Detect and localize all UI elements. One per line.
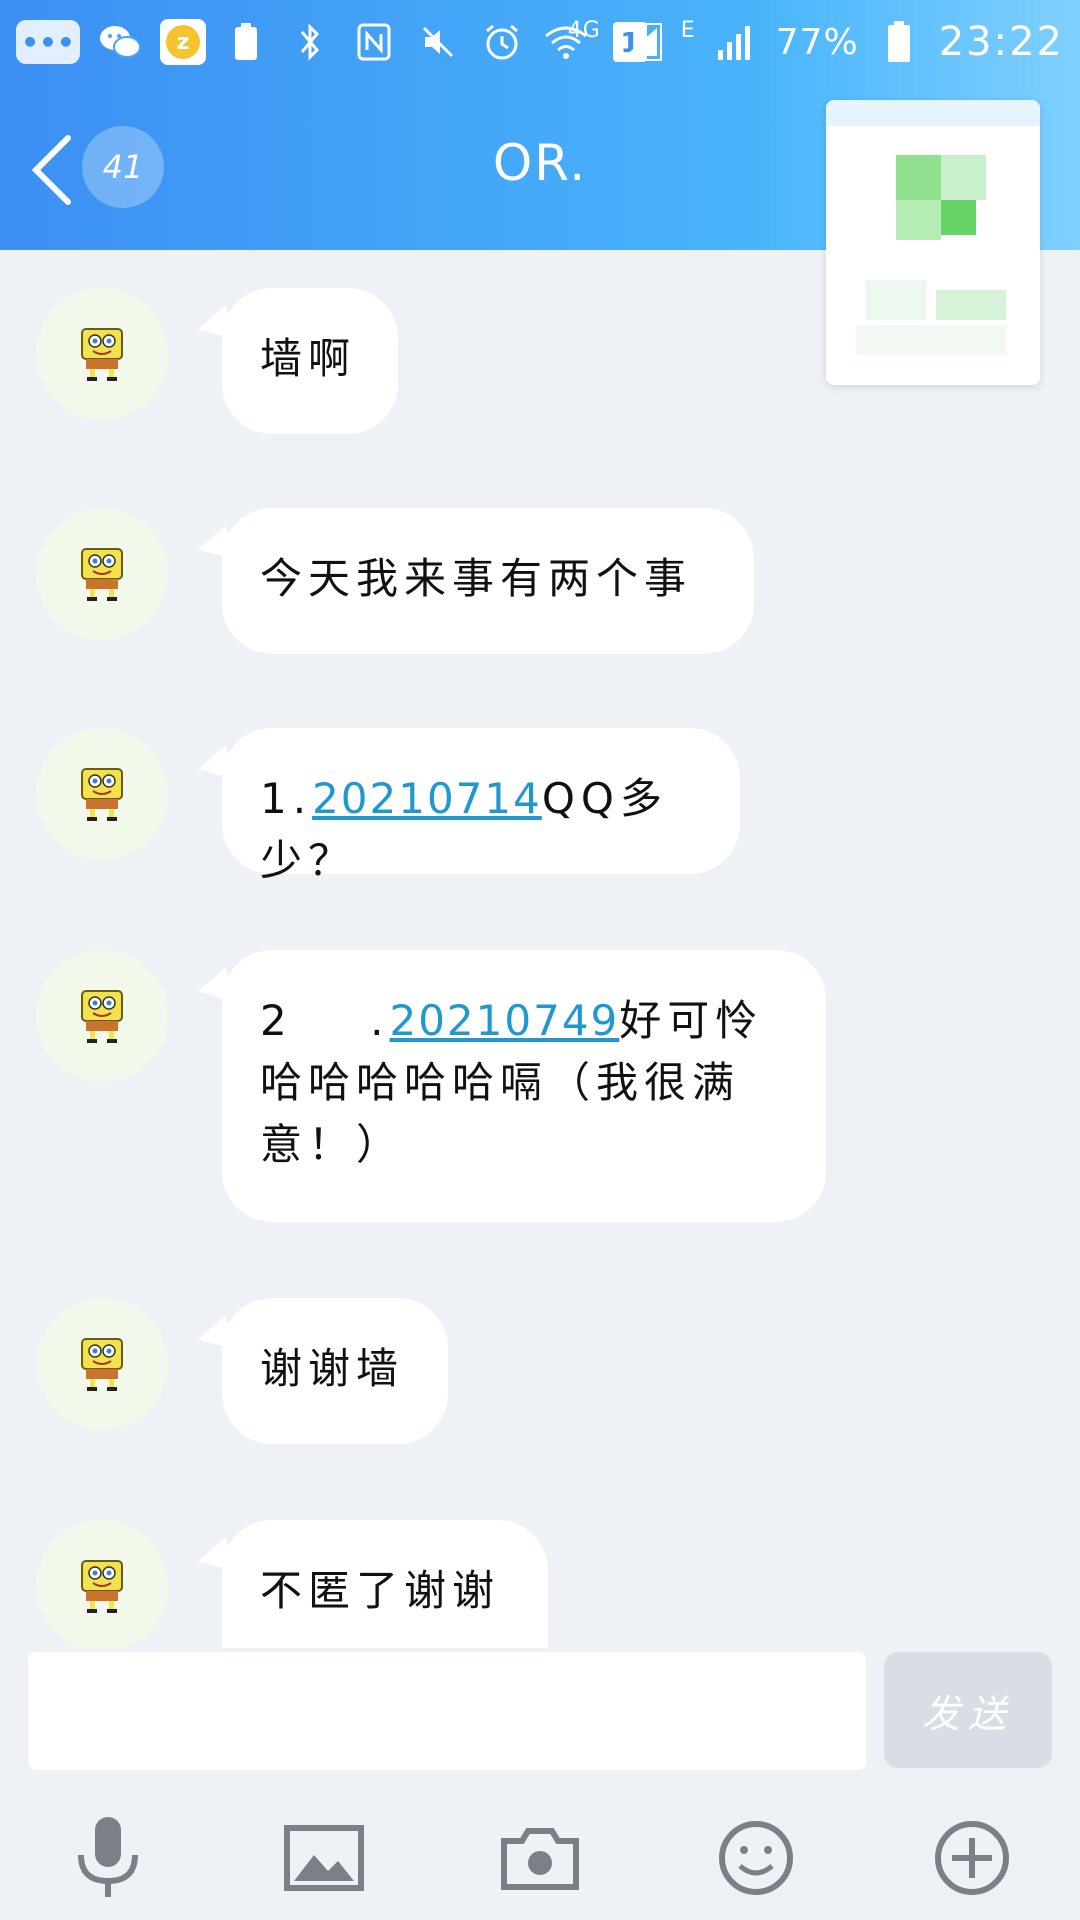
mute-icon [414, 18, 462, 66]
message-text: 谢谢墙 [260, 1344, 405, 1393]
emoji-icon [719, 1821, 793, 1895]
network-e-label: E [680, 18, 696, 43]
more-icon: ••• [16, 20, 80, 64]
plus-icon [935, 1821, 1009, 1895]
message-bubble[interactable]: 谢谢墙 [222, 1298, 448, 1444]
message-text: 今天我来事有两个事 [260, 554, 693, 603]
spongebob-avatar-icon [81, 990, 123, 1043]
message-bubble[interactable]: 1.20210714QQ多少？ [222, 728, 740, 885]
voice-button[interactable] [58, 1808, 158, 1908]
microphone-icon [78, 1817, 138, 1897]
spongebob-avatar-icon [81, 1560, 123, 1613]
bluetooth-icon [286, 18, 334, 66]
storage-icon [222, 18, 270, 66]
message-text: 不匿了谢谢 [260, 1566, 501, 1615]
message-bubble[interactable]: 不匿了谢谢 [222, 1520, 548, 1648]
image-icon [284, 1825, 364, 1891]
message-bubble[interactable]: 墙啊 [222, 288, 398, 434]
battery-icon [875, 18, 923, 66]
camera-button[interactable] [490, 1808, 590, 1908]
input-area: 发送 [0, 1648, 1080, 1920]
signal-icon [617, 18, 665, 66]
blurred-qr-code [826, 100, 1040, 385]
chat-screen: ••• z 1 4G E 77% 23:22 41 OR. 墙啊 今天我来事有两… [0, 0, 1080, 1920]
nfc-icon [350, 18, 398, 66]
avatar[interactable] [36, 288, 168, 420]
message-link[interactable]: 20210749 [389, 996, 619, 1045]
wechat-icon [96, 18, 144, 66]
spongebob-avatar-icon [81, 1338, 123, 1391]
battery-percent: 77% [775, 21, 859, 63]
spongebob-avatar-icon [81, 768, 123, 821]
message-text: 1. [260, 774, 313, 823]
message-input[interactable] [28, 1652, 866, 1770]
avatar[interactable] [36, 728, 168, 860]
status-bar: ••• z 1 4G E 77% 23:22 [0, 0, 1080, 90]
network-4g-label: 4G [567, 18, 601, 43]
alarm-icon [478, 18, 526, 66]
emoji-button[interactable] [706, 1808, 806, 1908]
message-text: 墙啊 [260, 334, 357, 383]
send-button[interactable]: 发送 [884, 1652, 1052, 1768]
spongebob-avatar-icon [81, 328, 123, 381]
message-bubble[interactable]: 今天我来事有两个事 [222, 508, 754, 654]
more-options-button[interactable] [922, 1808, 1022, 1908]
message-link[interactable]: 20210714 [312, 774, 542, 823]
qzone-icon: z [160, 19, 206, 65]
avatar[interactable] [36, 1298, 168, 1430]
spongebob-avatar-icon [81, 548, 123, 601]
avatar[interactable] [36, 1520, 168, 1652]
avatar[interactable] [36, 508, 168, 640]
image-button[interactable] [274, 1808, 374, 1908]
message-text: 2 . [260, 996, 390, 1045]
camera-icon [501, 1828, 579, 1890]
input-toolbar [0, 1808, 1080, 1908]
avatar[interactable] [36, 950, 168, 1082]
message-bubble[interactable]: 2 .20210749好可怜哈哈哈哈哈嗝（我很满意！） [222, 950, 826, 1222]
signal-2-icon [712, 18, 760, 66]
clock: 23:22 [938, 19, 1064, 65]
